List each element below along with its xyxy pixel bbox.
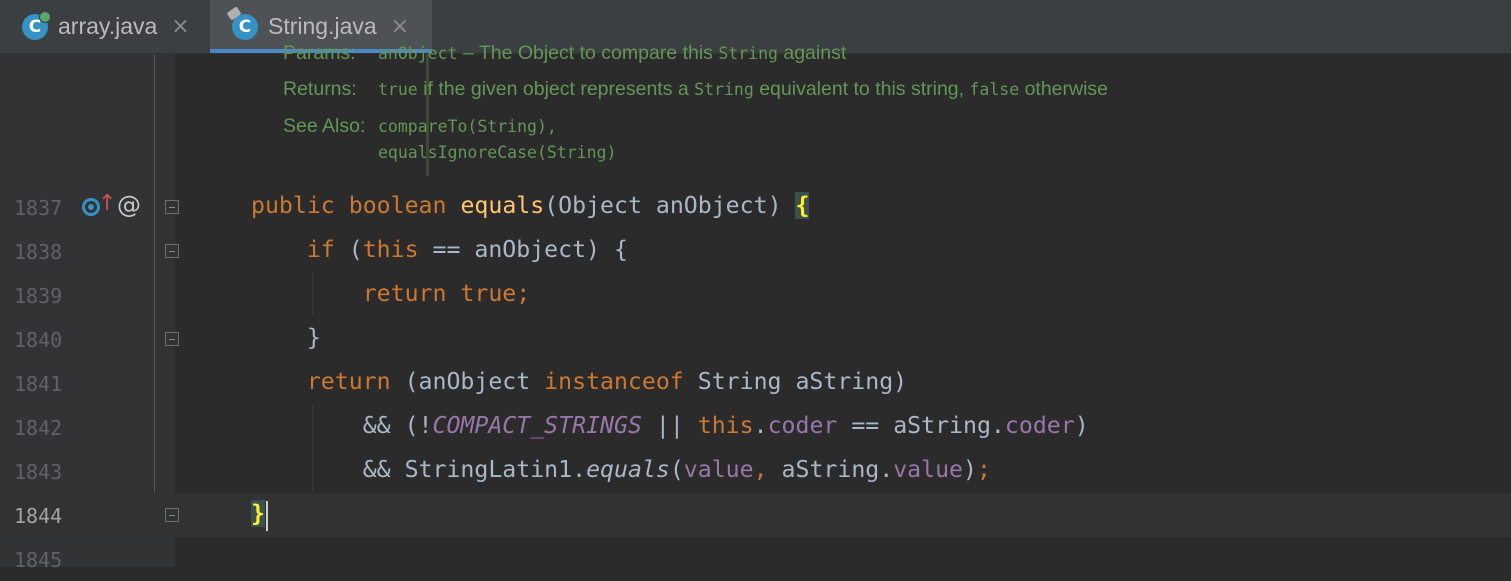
code-line-1838[interactable]: 1838 if (this == anObject) {	[0, 229, 1511, 273]
doc-code-true: true	[378, 80, 418, 99]
code-line-1840[interactable]: 1840 }	[0, 317, 1511, 361]
doc-code-string: String	[694, 80, 754, 99]
line-number[interactable]: 1844	[14, 504, 74, 528]
fold-toggle-icon[interactable]	[165, 244, 179, 258]
close-icon[interactable]: ×	[391, 14, 409, 39]
doc-returns-text1: if the given object represents a	[417, 78, 695, 100]
code-text[interactable]: public boolean equals(Object anObject) {	[251, 192, 810, 220]
code-line-1837[interactable]: 1837 ↑ @ public boolean equals(Object an…	[0, 185, 1511, 229]
code-fragment: && (!	[362, 412, 433, 439]
field-ref: coder	[767, 412, 838, 439]
doc-returns-value: true if the given object represents a St…	[378, 78, 1108, 101]
code-line-1841[interactable]: 1841 return (anObject instanceof String …	[0, 361, 1511, 405]
doc-link-separator: ,	[546, 117, 557, 136]
code-fragment: aString.	[767, 456, 894, 483]
code-line-1842[interactable]: 1842 && (!COMPACT_STRINGS || this.coder …	[0, 405, 1511, 449]
code-text[interactable]: }	[251, 500, 265, 528]
code-text[interactable]: && (!COMPACT_STRINGS || this.coder == aS…	[251, 412, 1089, 440]
doc-seealso-value: compareTo(String),	[378, 115, 557, 138]
code-fragment: (anObject	[390, 368, 545, 395]
fold-end-icon[interactable]	[165, 508, 179, 522]
keyword: if	[306, 236, 335, 263]
tab-array-java[interactable]: C array.java ×	[0, 0, 208, 53]
keyword: this	[697, 412, 754, 439]
code-fragment: .	[753, 412, 768, 439]
method-name: equals	[460, 192, 545, 219]
doc-returns-label: Returns:	[283, 78, 357, 100]
doc-returns-text2: equivalent to this string,	[753, 78, 970, 100]
override-arrow-icon[interactable]: ↑	[98, 191, 116, 216]
keyword: return true;	[362, 280, 531, 307]
javadoc-rendered	[176, 54, 1511, 176]
doc-params-value: anObject – The Object to compare this St…	[378, 42, 846, 65]
doc-params-tail: against	[777, 42, 847, 64]
code-fragment: (	[334, 236, 363, 263]
doc-link-compareto[interactable]: compareTo(String)	[378, 117, 547, 136]
doc-params-code: String	[718, 44, 778, 63]
code-text[interactable]: }	[251, 324, 321, 352]
matched-brace: }	[251, 500, 265, 527]
static-method-call: equals	[586, 456, 670, 483]
code-line-1845[interactable]: 1845	[0, 537, 1511, 581]
tab-label: String.java	[268, 13, 377, 39]
doc-code-false: false	[969, 80, 1020, 99]
java-class-icon: C	[22, 10, 51, 40]
doc-returns-text3: otherwise	[1019, 78, 1109, 100]
doc-seealso-label: See Also:	[283, 115, 366, 137]
fold-end-icon[interactable]	[165, 332, 179, 346]
tab-label: array.java	[58, 13, 158, 39]
line-number[interactable]: 1843	[14, 460, 74, 484]
code-fragment: String aString)	[683, 368, 908, 395]
doc-param-name: anObject	[378, 44, 458, 63]
code-line-1844-current[interactable]: 1844 }	[0, 493, 1511, 537]
doc-params-text: – The Object to compare this	[457, 42, 719, 64]
code-fragment: ||	[641, 412, 698, 439]
doc-seealso-value-2: equalsIgnoreCase(String)	[378, 141, 616, 164]
line-number[interactable]: 1838	[14, 240, 74, 264]
comma: ,	[753, 456, 768, 483]
code-fragment: && StringLatin1.	[362, 456, 587, 483]
line-number[interactable]: 1840	[14, 328, 74, 352]
runnable-badge-icon	[39, 10, 51, 23]
line-number[interactable]: 1839	[14, 284, 74, 308]
code-fragment: (	[669, 456, 684, 483]
doc-params-label: Params:	[283, 42, 356, 64]
field-ref: value	[893, 456, 964, 483]
keyword: this	[362, 236, 419, 263]
code-fragment: )	[1074, 412, 1089, 439]
line-number[interactable]: 1837	[14, 196, 74, 220]
keyword: return	[306, 368, 391, 395]
code-fragment: == anObject) {	[418, 236, 628, 263]
code-line-1843[interactable]: 1843 && StringLatin1.equals(value, aStri…	[0, 449, 1511, 493]
readonly-lock-icon	[226, 5, 242, 21]
field-ref: value	[683, 456, 754, 483]
keyword: instanceof	[544, 368, 684, 395]
doc-link-equalsignorecase[interactable]: equalsIgnoreCase(String)	[378, 143, 616, 162]
code-fragment: }	[306, 324, 321, 351]
code-editor[interactable]: Params: anObject – The Object to compare…	[0, 42, 1511, 572]
annotation-at-icon[interactable]: @	[117, 191, 141, 219]
java-class-icon: C	[226, 5, 258, 40]
code-text[interactable]: && StringLatin1.equals(value, aString.va…	[251, 456, 991, 484]
code-fragment: == aString.	[837, 412, 1005, 439]
code-fragment: )	[963, 456, 977, 483]
code-text[interactable]: return (anObject instanceof String aStri…	[251, 368, 907, 396]
line-number[interactable]: 1845	[14, 548, 74, 572]
code-text[interactable]: return true;	[251, 280, 531, 308]
text-caret	[266, 501, 268, 531]
keyword: boolean	[348, 192, 447, 219]
code-line-1839[interactable]: 1839 return true;	[0, 273, 1511, 317]
line-number[interactable]: 1842	[14, 416, 74, 440]
code-text[interactable]: if (this == anObject) {	[251, 236, 628, 264]
keyword: public	[251, 192, 335, 219]
matched-brace: {	[795, 192, 810, 219]
static-constant: COMPACT_STRINGS	[432, 412, 642, 439]
line-number[interactable]: 1841	[14, 372, 74, 396]
code-fragment: (Object anObject)	[544, 192, 796, 219]
field-ref: coder	[1004, 412, 1075, 439]
semicolon: ;	[977, 456, 991, 483]
close-icon[interactable]: ×	[171, 14, 189, 39]
fold-toggle-icon[interactable]	[165, 200, 179, 214]
